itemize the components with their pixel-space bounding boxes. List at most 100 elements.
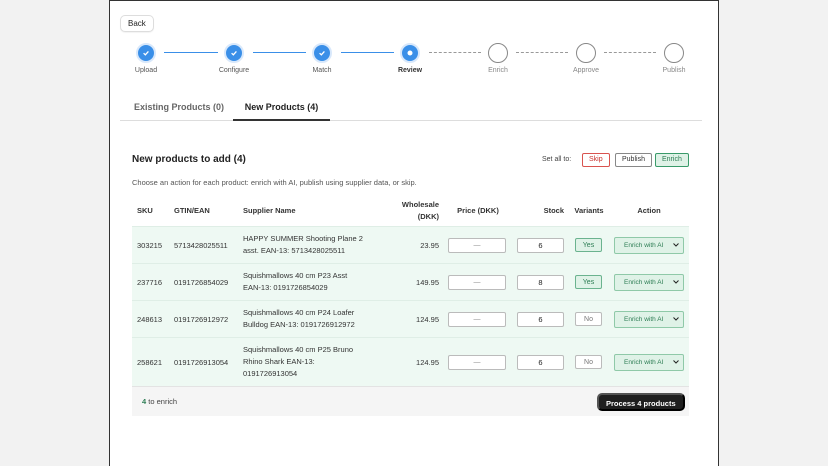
step-label: Enrich bbox=[488, 67, 508, 74]
action-value: Enrich with AI bbox=[624, 315, 664, 323]
action-cell: Enrich with AI bbox=[614, 338, 684, 386]
table-header: SKU GTIN/EAN Supplier Name Wholesale (DK… bbox=[132, 194, 689, 226]
column-header-sku: SKU bbox=[137, 205, 153, 215]
check-icon bbox=[136, 43, 156, 63]
gtin-cell: 5713428025511 bbox=[174, 240, 228, 250]
wholesale-cell: 124.95 bbox=[416, 357, 439, 367]
empty-circle-icon bbox=[664, 43, 684, 63]
table-row: 237716 0191726854029 Squishmallows 40 cm… bbox=[132, 263, 689, 300]
column-header-supplier-name: Supplier Name bbox=[243, 205, 296, 215]
step-publish: Publish bbox=[644, 43, 704, 74]
check-icon bbox=[224, 43, 244, 63]
column-header-price: Price (DKK) bbox=[457, 205, 499, 215]
action-cell: Enrich with AI bbox=[614, 264, 684, 300]
step-review: Review bbox=[380, 43, 440, 74]
supplier-name-cell: HAPPY SUMMER Shooting Plane 2 asst. EAN-… bbox=[243, 227, 363, 263]
app-window: Back Upload Configure Match Review Enric… bbox=[109, 0, 719, 466]
action-cell: Enrich with AI bbox=[614, 301, 684, 337]
price-cell: — bbox=[448, 264, 506, 300]
check-icon bbox=[312, 43, 332, 63]
chevron-down-icon bbox=[673, 359, 679, 366]
price-input[interactable]: — bbox=[448, 274, 506, 290]
stock-input[interactable]: 8 bbox=[517, 274, 564, 290]
panel-title: New products to add (4) bbox=[132, 154, 246, 165]
set-all-enrich-button[interactable]: Enrich bbox=[655, 153, 689, 167]
dot-icon bbox=[400, 43, 420, 63]
column-header-variants: Variants bbox=[574, 205, 604, 215]
gtin-cell: 0191726854029 bbox=[174, 277, 229, 287]
product-tabs: Existing Products (0) New Products (4) bbox=[120, 97, 702, 121]
empty-circle-icon bbox=[488, 43, 508, 63]
enrich-count: 4 bbox=[142, 397, 147, 406]
step-label: Approve bbox=[572, 67, 600, 74]
enrich-count-summary: 4 to enrich bbox=[142, 397, 177, 406]
supplier-name-cell: Squishmallows 40 cm P25 Bruno Rhino Shar… bbox=[243, 338, 353, 386]
table-row: 303215 5713428025511 HAPPY SUMMER Shooti… bbox=[132, 226, 689, 263]
set-all-skip-button[interactable]: Skip bbox=[582, 153, 610, 167]
step-label: Upload bbox=[134, 67, 158, 74]
name-line: Rhino Shark EAN-13: bbox=[243, 357, 315, 366]
action-value: Enrich with AI bbox=[624, 278, 664, 286]
step-label: Match bbox=[312, 67, 332, 74]
variants-cell: No bbox=[575, 301, 602, 337]
action-cell: Enrich with AI bbox=[614, 227, 684, 263]
chevron-down-icon bbox=[673, 279, 679, 286]
process-products-button[interactable]: Process 4 products bbox=[597, 393, 685, 411]
sku-cell: 248613 bbox=[137, 314, 163, 324]
price-input[interactable]: — bbox=[448, 237, 506, 253]
action-select[interactable]: Enrich with AI bbox=[614, 236, 684, 254]
stock-input[interactable]: 6 bbox=[517, 354, 564, 370]
variants-cell: Yes bbox=[575, 264, 602, 300]
variants-badge: No bbox=[575, 312, 602, 326]
panel-subtitle: Choose an action for each product: enric… bbox=[132, 178, 417, 187]
step-approve: Approve bbox=[556, 43, 616, 74]
price-input[interactable]: — bbox=[448, 354, 506, 370]
stock-cell: 8 bbox=[517, 264, 564, 300]
name-line: Squishmallows 40 cm P25 Bruno bbox=[243, 345, 354, 354]
step-match: Match bbox=[292, 43, 352, 74]
step-configure: Configure bbox=[204, 43, 264, 74]
chevron-down-icon bbox=[673, 242, 679, 249]
tab-new-products[interactable]: New Products (4) bbox=[233, 97, 330, 121]
empty-circle-icon bbox=[576, 43, 596, 63]
wholesale-cell: 124.95 bbox=[416, 314, 439, 324]
name-line: 0191726913054 bbox=[243, 369, 298, 378]
action-value: Enrich with AI bbox=[624, 358, 664, 366]
column-header-gtin: GTIN/EAN bbox=[174, 205, 210, 215]
action-select[interactable]: Enrich with AI bbox=[614, 310, 684, 328]
name-line: HAPPY SUMMER Shooting Plane 2 bbox=[243, 234, 363, 243]
sku-cell: 237716 bbox=[137, 277, 163, 287]
name-line: Squishmallows 40 cm P23 Asst bbox=[243, 271, 348, 280]
sku-cell: 303215 bbox=[137, 240, 163, 250]
tab-existing-products[interactable]: Existing Products (0) bbox=[134, 97, 224, 121]
supplier-name-cell: Squishmallows 40 cm P23 Asst EAN-13: 019… bbox=[243, 264, 347, 300]
wholesale-cell: 149.95 bbox=[416, 277, 439, 287]
stock-input[interactable]: 6 bbox=[517, 311, 564, 327]
price-input[interactable]: — bbox=[448, 311, 506, 327]
action-value: Enrich with AI bbox=[624, 241, 664, 249]
variants-badge: Yes bbox=[575, 238, 602, 252]
name-line: EAN-13: 0191726854029 bbox=[243, 283, 328, 292]
table-row: 248613 0191726912972 Squishmallows 40 cm… bbox=[132, 300, 689, 337]
stock-cell: 6 bbox=[517, 227, 564, 263]
set-all-label: Set all to: bbox=[542, 156, 572, 163]
step-label: Publish bbox=[662, 67, 686, 74]
variants-badge: Yes bbox=[575, 275, 602, 289]
table-footer: 4 to enrich Process 4 products bbox=[132, 386, 689, 416]
action-select[interactable]: Enrich with AI bbox=[614, 273, 684, 291]
step-label: Review bbox=[397, 67, 423, 74]
gtin-cell: 0191726912972 bbox=[174, 314, 229, 324]
variants-cell: No bbox=[575, 338, 602, 386]
sku-cell: 258621 bbox=[137, 357, 163, 367]
wholesale-line2: (DKK) bbox=[417, 211, 439, 221]
name-line: Squishmallows 40 cm P24 Loafer bbox=[243, 308, 355, 317]
price-cell: — bbox=[448, 301, 506, 337]
set-all-publish-button[interactable]: Publish bbox=[615, 153, 652, 167]
stock-input[interactable]: 6 bbox=[517, 237, 564, 253]
variants-badge: No bbox=[575, 355, 602, 369]
column-header-stock: Stock bbox=[543, 205, 564, 215]
action-select[interactable]: Enrich with AI bbox=[614, 353, 684, 371]
back-button[interactable]: Back bbox=[120, 15, 154, 32]
variants-cell: Yes bbox=[575, 227, 602, 263]
stock-cell: 6 bbox=[517, 338, 564, 386]
